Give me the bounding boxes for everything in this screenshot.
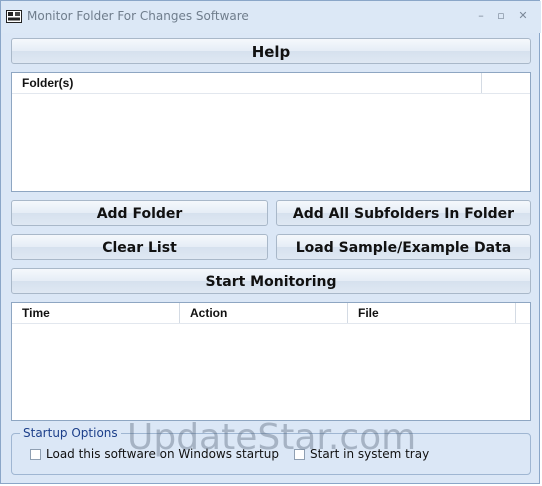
add-folder-button[interactable]: Add Folder	[11, 200, 268, 226]
folders-list-header: Folder(s)	[12, 73, 530, 94]
main-window: Monitor Folder For Changes Software – ▫ …	[0, 0, 541, 484]
window-title: Monitor Folder For Changes Software	[27, 9, 249, 23]
title-bar[interactable]: Monitor Folder For Changes Software – ▫ …	[1, 1, 541, 33]
activity-log-list[interactable]: Time Action File	[11, 302, 531, 421]
startup-options-title: Startup Options	[20, 426, 121, 440]
maximize-icon[interactable]: ▫	[491, 7, 511, 25]
close-icon[interactable]: ✕	[513, 7, 533, 25]
add-all-subfolders-button[interactable]: Add All Subfolders In Folder	[276, 200, 531, 226]
load-sample-data-button[interactable]: Load Sample/Example Data	[276, 234, 531, 260]
load-on-startup-checkbox[interactable]	[30, 449, 41, 460]
watermark-logo: UpdateStar.com	[127, 417, 417, 458]
activity-log-header: Time Action File	[12, 303, 530, 324]
clear-list-button[interactable]: Clear List	[11, 234, 268, 260]
column-header-file[interactable]: File	[348, 303, 516, 323]
minimize-icon[interactable]: –	[471, 7, 491, 25]
folders-list[interactable]: Folder(s)	[11, 72, 531, 192]
app-icon	[6, 10, 22, 23]
column-header-time[interactable]: Time	[12, 303, 180, 323]
start-monitoring-button[interactable]: Start Monitoring	[11, 268, 531, 294]
column-header-action[interactable]: Action	[180, 303, 348, 323]
column-header-folders[interactable]: Folder(s)	[12, 73, 482, 93]
help-button[interactable]: Help	[11, 38, 531, 64]
